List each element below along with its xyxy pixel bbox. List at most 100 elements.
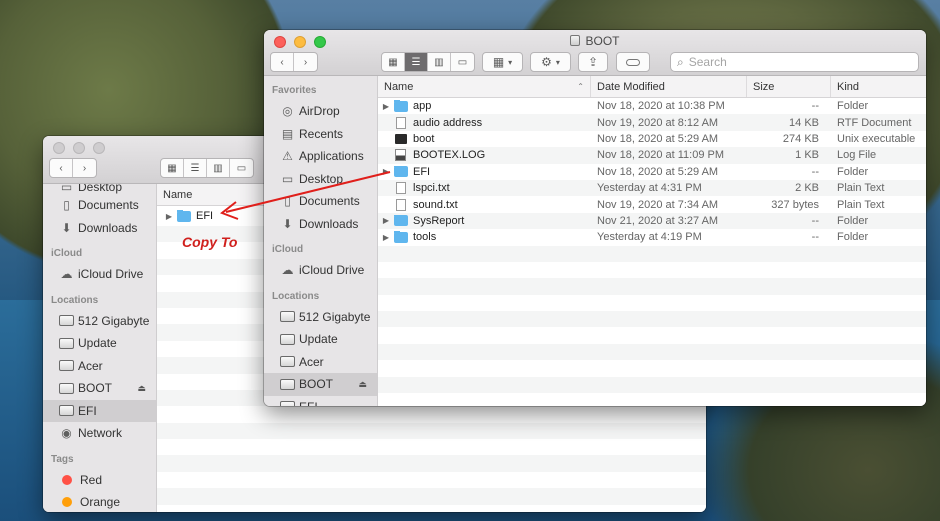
- action-button[interactable]: ⚙ ▾: [530, 52, 571, 72]
- table-row[interactable]: ▶ EFI Nov 18, 2020 at 5:29 AM -- Folder: [378, 164, 926, 180]
- sidebar-item-acer[interactable]: Acer: [43, 355, 156, 378]
- disk-icon: [570, 35, 581, 46]
- search-field[interactable]: ⌕: [670, 52, 919, 72]
- date-modified-cell: Yesterday at 4:19 PM: [597, 231, 702, 244]
- kind-cell: Folder: [837, 214, 869, 227]
- sidebar-item-desktop[interactable]: ▭ Desktop: [43, 184, 156, 194]
- table-row[interactable]: BOOTEX.LOG Nov 18, 2020 at 11:09 PM 1 KB Lo…: [378, 147, 926, 164]
- column-header-kind[interactable]: Kind: [831, 76, 926, 97]
- drive-icon: [280, 333, 295, 345]
- disclosure-triangle-icon[interactable]: ▶: [378, 167, 394, 176]
- back-button[interactable]: ‹: [50, 159, 73, 177]
- table-row[interactable]: lspci.txt Yesterday at 4:31 PM 2 KB Plain T…: [378, 179, 926, 197]
- column-header-label: Kind: [837, 80, 860, 93]
- table-row[interactable]: ▶ SysReport Nov 21, 2020 at 3:27 AM -- Folde…: [378, 212, 926, 230]
- gallery-view-button[interactable]: ▭: [230, 159, 253, 177]
- column-header-label: Name: [384, 80, 414, 93]
- sidebar-item-documents[interactable]: ▯ Documents: [43, 194, 156, 217]
- sidebar-item-label: BOOT: [78, 381, 113, 396]
- edit-tags-button[interactable]: [616, 52, 650, 72]
- sidebar-item-icloud-drive[interactable]: ☁ iCloud Drive: [264, 259, 377, 282]
- file-name: tools: [413, 231, 437, 244]
- sidebar-item-efi[interactable]: EFI: [264, 396, 377, 406]
- file-name: app: [413, 100, 432, 113]
- icloud-icon: ☁: [60, 267, 73, 282]
- sidebar-item-512-gigabyte[interactable]: 512 Gigabyte: [43, 310, 156, 333]
- sidebar-item-downloads[interactable]: ⬇ Downloads: [43, 217, 156, 240]
- table-row[interactable]: audio address Nov 19, 2020 at 8:12 AM 14 K…: [378, 114, 926, 131]
- table-row[interactable]: boot Nov 18, 2020 at 5:29 AM 274 KB Unix ex…: [378, 131, 926, 147]
- sidebar-item-applications[interactable]: ⚠ Applications: [264, 145, 377, 168]
- disclosure-triangle-icon[interactable]: ▶: [378, 102, 394, 111]
- disclosure-triangle-icon[interactable]: ▶: [161, 212, 177, 221]
- column-header-size[interactable]: Size: [747, 76, 831, 97]
- close-button[interactable]: [53, 142, 65, 154]
- sidebar-item-label: Acer: [78, 358, 103, 373]
- file-name: EFI: [413, 165, 431, 178]
- column-view-button[interactable]: ▥: [207, 159, 230, 177]
- folder-icon: [394, 231, 408, 243]
- disclosure-triangle-icon[interactable]: ▶: [378, 233, 394, 242]
- column-view-button[interactable]: ▥: [428, 53, 451, 71]
- icon-view-button[interactable]: ▦: [161, 159, 184, 177]
- sidebar-item-512-gigabyte[interactable]: 512 Gigabyte: [264, 306, 377, 329]
- disclosure-triangle-icon[interactable]: ▶: [378, 216, 394, 225]
- sidebar-item-efi[interactable]: EFI: [43, 399, 156, 422]
- sidebar-item-label: Downloads: [78, 220, 138, 235]
- search-input[interactable]: [688, 55, 889, 69]
- gallery-view-button[interactable]: ▭: [451, 53, 474, 71]
- forward-button[interactable]: ›: [294, 53, 317, 71]
- minimize-button[interactable]: [73, 142, 85, 154]
- date-modified-cell: Yesterday at 4:31 PM: [597, 182, 702, 195]
- finder-window-boot[interactable]: BOOT ‹ › ▦ ☰ ▥ ▭ ▦ ▾ ⚙ ▾ ⇪ ⌕ Search Favo…: [264, 30, 926, 406]
- drive-icon: [280, 378, 295, 390]
- group-button[interactable]: ▦ ▾: [482, 52, 523, 72]
- file-name-cell: ▶ EFI: [378, 165, 591, 178]
- sidebar-item-boot[interactable]: BOOT ⏏: [43, 377, 156, 400]
- table-row[interactable]: sound.txt Nov 19, 2020 at 7:34 AM 327 byte…: [378, 196, 926, 212]
- kind-cell: Folder: [837, 100, 869, 113]
- eject-icon[interactable]: ⏏: [137, 383, 146, 394]
- sidebar-section-locations: Locations: [272, 290, 320, 302]
- nav-back-forward: ‹ ›: [270, 52, 318, 72]
- sidebar-item-documents[interactable]: ▯ Documents: [264, 190, 377, 213]
- columns-icon: ▥: [434, 56, 444, 68]
- kind-cell: Plain Text: [837, 182, 885, 195]
- sidebar-item-boot[interactable]: BOOT ⏏: [264, 373, 377, 396]
- date-modified-cell: Nov 21, 2020 at 3:27 AM: [597, 214, 719, 227]
- sidebar-item-downloads[interactable]: ⬇ Downloads: [264, 213, 377, 236]
- sidebar-item-network[interactable]: ◉ Network: [43, 422, 156, 445]
- forward-button[interactable]: ›: [73, 159, 96, 177]
- sidebar-item-recents[interactable]: ▤ Recents: [264, 123, 377, 146]
- file-name: sound.txt: [413, 198, 458, 211]
- column-header-name[interactable]: Name: [157, 184, 267, 205]
- sidebar: ▭ Desktop ▯ Documents ⬇ Downloads iCloud ☁ i…: [43, 184, 157, 512]
- list-view-button[interactable]: ☰: [405, 53, 428, 71]
- kind-cell: Plain Text: [837, 198, 885, 211]
- sidebar-item-update[interactable]: Update: [43, 332, 156, 355]
- zoom-button[interactable]: [93, 142, 105, 154]
- sidebar-item-desktop[interactable]: ▭ Desktop: [264, 168, 377, 191]
- sidebar-item-orange[interactable]: Orange: [43, 491, 156, 512]
- list-view-button[interactable]: ☰: [184, 159, 207, 177]
- file-name: SysReport: [413, 214, 465, 227]
- folder-icon: [177, 210, 191, 222]
- column-header-date[interactable]: Date Modified: [591, 76, 747, 97]
- back-button[interactable]: ‹: [271, 53, 294, 71]
- sidebar-item-airdrop[interactable]: ◎ AirDrop: [264, 100, 377, 123]
- list-item-empty: [378, 245, 926, 262]
- table-row[interactable]: ▶ tools Yesterday at 4:19 PM -- Folder: [378, 229, 926, 245]
- list-rows: ▶ app Nov 18, 2020 at 10:38 PM -- Folder audi…: [378, 98, 926, 394]
- sidebar-section-favorites: Favorites: [272, 85, 317, 96]
- share-button[interactable]: ⇪: [578, 52, 608, 72]
- sidebar-item-update[interactable]: Update: [264, 328, 377, 351]
- sidebar-item-red[interactable]: Red: [43, 469, 156, 492]
- sidebar-item-acer[interactable]: Acer: [264, 351, 377, 374]
- icon-view-button[interactable]: ▦: [382, 53, 405, 71]
- column-header-name[interactable]: Name ⌃: [378, 76, 591, 97]
- file-name: EFI: [196, 210, 214, 222]
- sidebar-item-icloud-drive[interactable]: ☁ iCloud Drive: [43, 263, 156, 286]
- titlebar[interactable]: BOOT ‹ › ▦ ☰ ▥ ▭ ▦ ▾ ⚙ ▾ ⇪ ⌕: [264, 30, 926, 76]
- table-row[interactable]: ▶ app Nov 18, 2020 at 10:38 PM -- Folder: [378, 98, 926, 114]
- eject-icon[interactable]: ⏏: [358, 379, 367, 390]
